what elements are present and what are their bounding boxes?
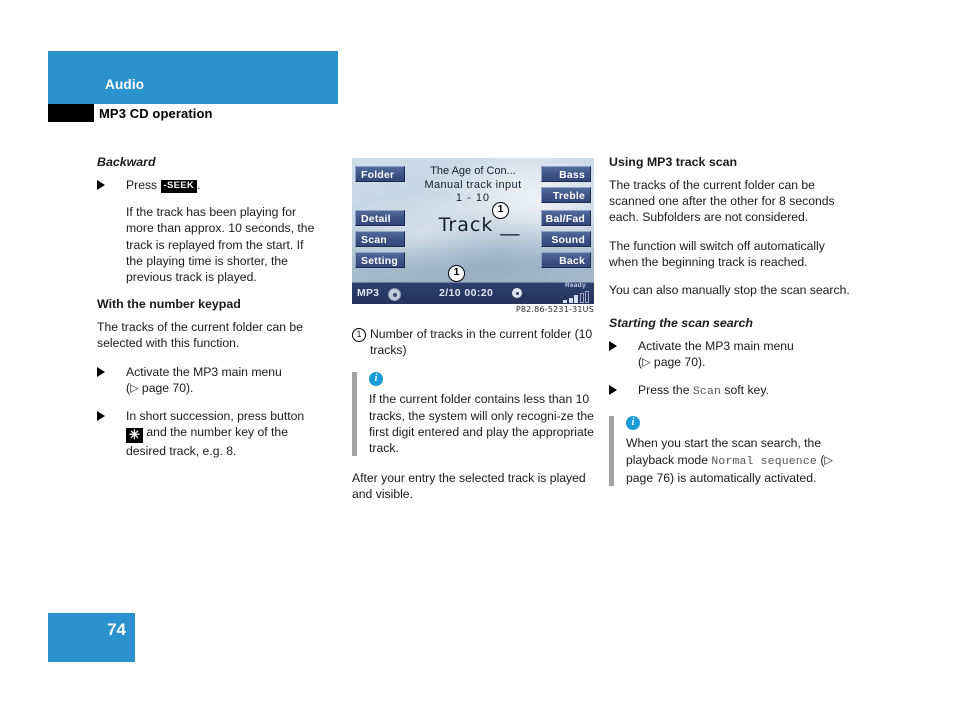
display-mode-label: Manual track input [424,178,522,191]
section-title: MP3 CD operation [99,106,213,121]
page-ref-text: page 70). [650,355,706,370]
disc-slot-level-icon [563,291,589,303]
backward-description: If the track has been playing for more t… [126,205,315,285]
after-entry-text: After your entry the selected track is p… [352,471,586,502]
info-icon: i [369,372,383,387]
legend-number-icon: 1 [352,328,366,342]
step-press-seek: Press -SEEK. [97,177,319,193]
softkey-back[interactable]: Back [541,252,591,268]
page-ref-arrow-icon: ▷ [642,356,651,369]
page-number-band: 74 [48,613,135,662]
page-ref-arrow-icon: ▷ [130,382,139,395]
playback-mode-name: Normal sequence [711,455,817,468]
chapter-title: Audio [105,77,145,92]
page-number: 74 [107,620,126,639]
note-rule [609,416,614,486]
step-text: Activate the MP3 main menu [638,339,794,354]
middle-column: 1 Number of tracks in the current folder… [352,326,594,515]
page-ref-text: page 70). [138,380,194,395]
note-text: If the current folder contains less than… [369,392,594,456]
scan-softkey-name: Scan [692,386,722,399]
disc-icon [388,288,401,301]
softkey-scan[interactable]: Scan [355,231,405,247]
triangle-bullet-icon [97,366,105,377]
status-track-counter: 2/10 00:20 [439,287,494,299]
display-title-block: The Age of Con... Manual track input 1 -… [409,165,537,206]
step-text-post: and the number key of the desired track,… [126,424,288,458]
triangle-bullet-icon [609,385,617,396]
display-track-entry: Track __ [409,214,549,236]
press-period: . [197,178,201,192]
note-line-3-text: page 76) is automatically activated. [626,470,817,485]
asterisk-key-badge: ✳ [126,427,143,443]
display-status-bar: MP3 2/10 00:20 Ready [352,282,594,304]
heading-using-track-scan: Using MP3 track scan [609,155,738,169]
info-note-tracks: i If the current folder contains less th… [352,372,594,457]
softkey-treble[interactable]: Treble [541,187,591,203]
step-activate-mp3-menu-right: Activate the MP3 main menu (▷ page 70). [609,338,857,371]
step-activate-mp3-menu-left: Activate the MP3 main menu (▷ page 70). [97,364,319,397]
keypad-description: The tracks of the current folder can be … [97,320,303,351]
section-marker-square [48,104,94,122]
heading-backward: Backward [97,155,156,169]
press-label: Press [126,178,158,192]
chapter-header-band: Audio [48,51,338,104]
step-text: Activate the MP3 main menu [126,364,282,379]
scan-paragraph-1: The tracks of the current folder can be … [609,178,835,225]
softkey-setting[interactable]: Setting [355,252,405,268]
triangle-bullet-icon [97,410,105,421]
figure-reference-code: P82.86-5231-31US [515,305,594,314]
step-text-post: soft key. [724,383,769,398]
callout-1-bottom: 1 [448,265,465,282]
status-source-label: MP3 [357,287,380,299]
callout-1-top: 1 [492,202,509,219]
heading-starting-scan-search: Starting the scan search [609,316,753,331]
note-rule [352,372,357,457]
triangle-bullet-icon [97,180,105,190]
softkey-folder[interactable]: Folder [355,166,405,182]
step-press-asterisk-and-number: In short succession, press button ✳ and … [97,408,319,459]
note-line-2-pre: playback mode [626,452,708,467]
note-text: When you start the scan search, the play… [626,435,857,486]
comand-display-figure: Folder Detail Scan Setting Bass Treble B… [352,158,594,304]
triangle-bullet-icon [609,341,617,352]
play-icon [512,288,522,298]
page-ref-arrow-icon: ▷ [824,454,833,467]
legend-entry-1: 1 Number of tracks in the current folder… [352,326,594,358]
softkey-detail[interactable]: Detail [355,210,405,226]
step-press-scan-softkey: Press the Scan soft key. [609,382,857,400]
status-ready-label: Ready [564,282,586,289]
display-track-label: Track [438,214,494,236]
seek-key-badge: -SEEK [160,180,198,193]
display-track-name: The Age of Con... [430,165,516,177]
left-column: Backward Press -SEEK. If the track has b… [97,155,319,470]
display-track-range: 1 - 10 [455,192,491,204]
info-icon: i [626,416,640,431]
step-text-pre: In short succession, press button [126,408,305,423]
right-column: Using MP3 track scan The tracks of the c… [609,155,857,498]
heading-number-keypad: With the number keypad [97,297,241,312]
scan-paragraph-2: The function will switch off automatical… [609,238,825,269]
step-text-pre: Press the [638,383,690,398]
softkey-bass[interactable]: Bass [541,166,591,182]
note-line-1: When you start the scan search, the [626,436,822,451]
info-note-playback-mode: i When you start the scan search, the pl… [609,416,857,486]
comand-screen: Folder Detail Scan Setting Bass Treble B… [352,158,594,304]
scan-paragraph-3: You can also manually stop the scan sear… [609,283,850,298]
legend-text: Number of tracks in the current folder (… [370,327,593,358]
